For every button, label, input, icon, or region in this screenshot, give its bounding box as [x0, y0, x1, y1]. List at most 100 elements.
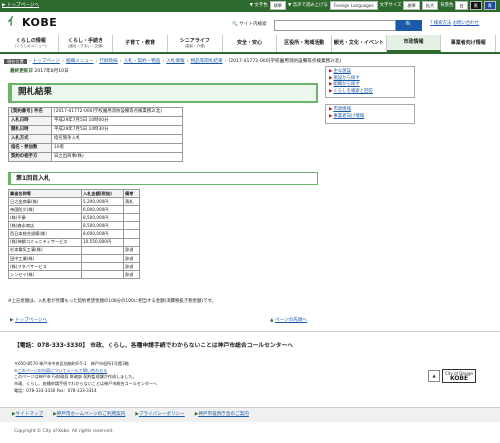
table-row: シンセイ(株) 辞退 [8, 269, 140, 280]
page-top-nav: ▶ トップページへ [10, 318, 47, 324]
nav-divider [0, 52, 500, 54]
sidebar-item[interactable]: ▶市政情報 [329, 107, 411, 114]
table-row: 指名・参加数 10者 [8, 143, 183, 153]
bid-results-table: 業者名称等 入札金額(税抜) 備考 日之出商事(株) 5,290,000円 落札 帝… [8, 188, 140, 280]
logo-text: KOBE [22, 15, 58, 29]
sidebar: ▶主な施設 ▶施設から探す ▶組織から探す ▶くらしを検索と回答 ▶市政情報 ▶… [325, 66, 415, 130]
bg-blue-button[interactable]: 青 [483, 1, 496, 10]
sidebar-item[interactable]: ▶くらしを検索と回答 [329, 89, 411, 96]
font-size-large-button[interactable]: 拡大 [421, 1, 439, 10]
text-color-label[interactable]: ▼ 文字色 [250, 3, 268, 9]
table-row: 開札日時 平成29年7月5日 10時30分 [8, 125, 183, 135]
table-row: 契約の相手方 日之出商事(株) [8, 152, 183, 162]
table-row: (株)神鋼コミュニティサービス 10,550,000円 [8, 237, 140, 247]
foreign-languages-button[interactable]: Foreign Languages [329, 1, 378, 10]
call-center-line: 市政、くらし、各種申請手続でわからないことは神戸市総合コールセンターへ [14, 381, 158, 387]
unesco-seal-icon: ▲ [428, 370, 440, 382]
price-note: ※上記金額は、入札者が見積もった契約希望金額の108分の100に相当する金額(消… [8, 299, 216, 304]
last-updated-label: 最終更新日 [10, 69, 33, 74]
usage-guide-link[interactable]: 神戸市ホームページのご利用案内 [57, 412, 126, 417]
breadcrumb-item[interactable]: 入札情報 [166, 59, 184, 65]
table-row: 入札日時 平成29年7月5日 10時00分 [8, 116, 183, 126]
phone-fax-line: 電話：078-333-3330 Fax：078-333-3314 [14, 387, 97, 393]
table-row: 田中工業(株) 辞退 [8, 253, 140, 263]
arrow-right-icon: ▶ [10, 318, 14, 323]
nav-item-life-info[interactable]: くらしの情報 (くらしのメニュー) [4, 35, 59, 52]
nav-item-ward-office[interactable]: 区役所・地域活動 [277, 35, 333, 52]
city-of-design-logo: City of Design KOBE [442, 369, 477, 383]
footer-logos: ▲ City of Design KOBE [428, 366, 488, 386]
last-updated-value: 2017年8月10日 [34, 69, 69, 74]
search-label: 🔍 サイト内検索 [232, 22, 267, 28]
table-row: 杉本電気工事(株) 辞退 [8, 245, 140, 255]
nav-item-city-info[interactable]: 市政情報 [386, 35, 442, 52]
mail-inquiry-link[interactable]: このページの内容についてメールで問い合わせる [17, 368, 107, 373]
breadcrumb-here-label: 現在位置 [4, 58, 27, 65]
table-row: [契約番号] 件名 [2017-01772-000]学校園用消防設備等点検業務2(… [8, 107, 183, 117]
footer-address: 〒650-8570 神戸市中央区加納町6-5-1 神戸市役所1号館3階 ✉このペ… [14, 361, 157, 395]
table-row: (株)森永商店 8,500,000円 [8, 221, 140, 231]
privacy-policy-link[interactable]: プライバシーポリシー [139, 412, 185, 417]
bg-white-button[interactable]: 白 [455, 1, 468, 10]
address-line: 〒650-8570 神戸市中央区加納町6-5-1 神戸市役所1号館3階 [14, 361, 129, 366]
bg-black-button[interactable]: 黒 [469, 1, 482, 10]
call-center-phone: 【電話：078-333-3330】 [14, 343, 89, 349]
font-size-standard-button[interactable]: 標準 [403, 1, 420, 10]
search-input[interactable] [274, 19, 396, 31]
top-page-link[interactable]: トップページへ [15, 318, 47, 323]
page-title: 開札結果 [8, 83, 318, 103]
round-heading: 第1回目入札 [8, 172, 318, 185]
table-row: 帝国防災(株) 6,000,000円 [8, 205, 140, 215]
contract-info-table: [契約番号] 件名 [2017-01772-000]学校園用消防設備等点検業務2(… [8, 107, 183, 162]
call-center-text: 市政、くらし、各種申請手続でわからないことは神戸市総合コールセンターへ [90, 343, 294, 349]
nav-item-senior[interactable]: シニアライフ (高齢・介護) [168, 35, 223, 52]
skip-to-top-link[interactable]: ▶ トップページへ [2, 3, 39, 9]
table-row: (株)フタバサービス 辞退 [8, 261, 140, 271]
top-bar: ▶ トップページへ ▼ 文字色 標準 ▼ 音声で読み上げる Foreign La… [0, 0, 500, 12]
footer-nav: ▶サイトマップ ▶神戸市ホームページのご利用案内 ▶プライバシーポリシー ▶神戸… [0, 407, 500, 422]
global-nav: くらしの情報 (くらしのメニュー) くらし・手続き (届出・すまい・交通) 子育て・… [4, 35, 497, 52]
breadcrumb-item[interactable]: 入札・契約・物品 [124, 59, 161, 65]
contact-link[interactable]: お問い合わせ [453, 21, 479, 26]
call-center-banner: 【電話：078-333-3330】 市政、くらし、各種申請手続でわからないことは… [14, 343, 293, 351]
back-to-top-link[interactable]: ページの先頭へ [275, 318, 307, 323]
table-header-row: 業者名称等 入札金額(税抜) 備考 [8, 188, 140, 199]
back-to-top-nav: ▲ ページの先頭へ [270, 318, 315, 324]
breadcrumb: 現在位置 › トップページ › 組織メニュー › 行財政局 › 入札・契約・物品 › 入札… [4, 57, 496, 66]
table-row: (株)平康 8,500,000円 [8, 213, 140, 223]
breadcrumb-item[interactable]: トップページ [33, 59, 60, 65]
nav-item-business[interactable]: 事業者向け情報 [441, 35, 497, 52]
nav-item-tourism[interactable]: 観光・文化・イベント [332, 35, 387, 52]
table-row: 西日本総合設備(株) 8,600,000円 [8, 229, 140, 239]
city-hall-guide-link[interactable]: 神戸市役所庁舎のご案内 [198, 412, 249, 417]
text-color-standard-button[interactable]: 標準 [269, 1, 286, 10]
copyright: Copyright © City of Kobe. All rights res… [14, 429, 114, 434]
table-row: 日之出商事(株) 5,290,000円 落札 [8, 197, 140, 207]
search-button[interactable]: 🔍 [396, 19, 422, 31]
sidebar-item[interactable]: ▶事業者向け情報 [329, 114, 411, 121]
search-help-link[interactable]: ? 検索方法 [430, 21, 451, 26]
kobe-mark-icon: 亻 [8, 17, 18, 28]
site-search: 🔍 サイト内検索 🔍 [232, 19, 422, 31]
breadcrumb-current: [2017-01772-000]学校園用消防設備等点検業務2(北) [228, 58, 342, 64]
sitemap-link[interactable]: サイトマップ [16, 412, 44, 417]
font-size-label: 文字サイズ [379, 2, 402, 8]
header-links: ? 検索方法 お問い合わせ [430, 21, 479, 27]
background-color-label: 背景色 [440, 2, 454, 8]
arrow-up-icon: ▲ [270, 318, 274, 323]
nav-item-childcare[interactable]: 子育て・教育 [113, 35, 169, 52]
utility-menu: ▼ 文字色 標準 ▼ 音声で読み上げる Foreign Languages 文字… [250, 1, 496, 10]
breadcrumb-item[interactable]: 行財政局 [99, 59, 117, 65]
nav-item-safety[interactable]: 安全・安心 [223, 35, 278, 52]
sidebar-box-search: ▶主な施設 ▶施設から探す ▶組織から探す ▶くらしを検索と回答 [325, 66, 415, 99]
read-aloud-link[interactable]: ▼ 音声で読み上げる [288, 3, 328, 9]
sidebar-item[interactable]: ▶主な施設 [329, 69, 411, 76]
footer-divider [0, 331, 500, 332]
site-logo[interactable]: 亻 KOBE [8, 16, 68, 30]
last-updated: 最終更新日 2017年8月10日 [10, 69, 69, 75]
breadcrumb-item[interactable]: 物品等開札結果 [190, 59, 222, 65]
breadcrumb-item[interactable]: 組織メニュー [66, 59, 94, 65]
table-row: 入札方式 指名競争入札 [8, 134, 183, 144]
nav-item-procedures[interactable]: くらし・手続き (届出・すまい・交通) [59, 35, 114, 52]
sidebar-item[interactable]: ▶組織から探す [329, 82, 411, 89]
